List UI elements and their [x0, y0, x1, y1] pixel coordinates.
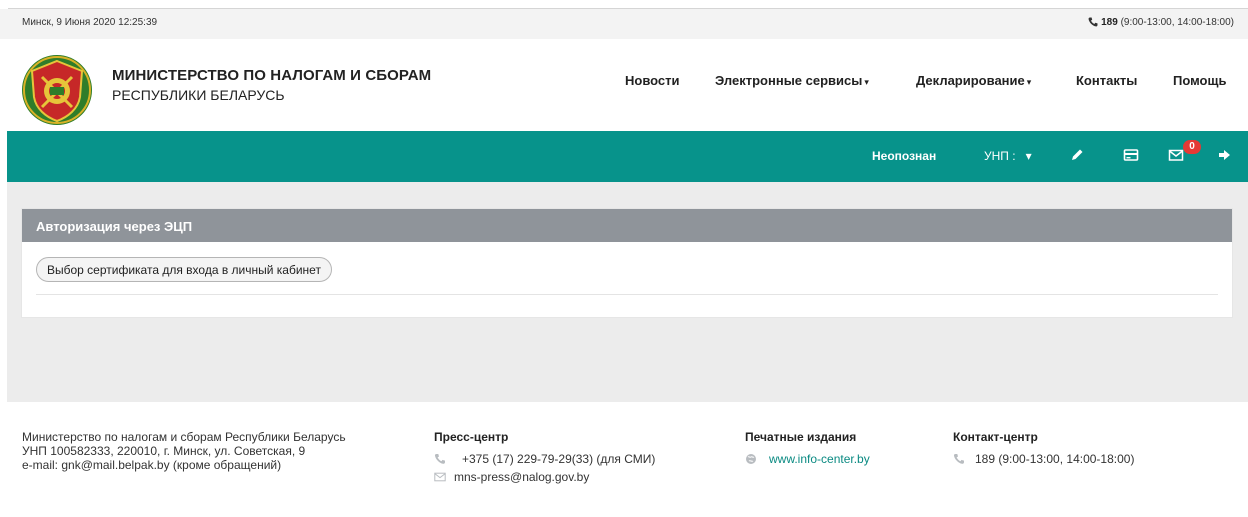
footer-print-editions: Печатные издания www.info-center.by [745, 430, 870, 466]
brand-subtitle: РЕСПУБЛИКИ БЕЛАРУСЬ [112, 87, 285, 103]
contact-center-phone[interactable]: 189 (9:00-13:00, 14:00-18:00) [953, 452, 1134, 466]
print-editions-site[interactable]: www.info-center.by [745, 452, 870, 466]
contact-center-number: 189 (9:00-13:00, 14:00-18:00) [975, 452, 1135, 466]
ministry-emblem-icon[interactable] [20, 53, 94, 127]
chevron-down-icon: ▾ [1026, 77, 1032, 87]
hotline-number: 189 [1101, 17, 1118, 28]
nav-declaring-label: Декларирование [916, 73, 1025, 88]
footer-org-address: УНП 100582333, 220010, г. Минск, ул. Сов… [22, 444, 306, 458]
select-certificate-button[interactable]: Выбор сертификата для входа в личный каб… [36, 257, 332, 282]
auth-panel: Авторизация через ЭЦП Выбор сертификата … [21, 208, 1233, 318]
nav-help[interactable]: Помощь [1173, 73, 1226, 88]
print-editions-link[interactable]: www.info-center.by [745, 452, 870, 466]
nav-eservices-label: Электронные сервисы [715, 73, 863, 88]
print-editions-title: Печатные издания [745, 430, 857, 444]
footer-contact-center: Контакт-центр 189 (9:00-13:00, 14:00-18:… [953, 430, 1134, 466]
brand-title: МИНИСТЕРСТВО ПО НАЛОГАМ И СБОРАМ [112, 67, 432, 84]
email-icon [434, 472, 446, 482]
footer-press-center: Пресс-центр +375 (17) 229-79-29(33) (для… [434, 430, 655, 484]
chevron-down-icon: ▾ [864, 77, 869, 87]
site-header: МИНИСТЕРСТВО ПО НАЛОГАМ И СБОРАМ РЕСПУБЛ… [0, 39, 1248, 131]
current-datetime: Минск, 9 Июня 2020 12:25:39 [22, 17, 158, 28]
globe-icon [746, 454, 756, 464]
unp-label: УНП : [984, 149, 1016, 163]
auth-panel-title: Авторизация через ЭЦП [22, 209, 1232, 242]
press-phone-number: +375 (17) 229-79-29(33) (для СМИ) [462, 452, 656, 466]
press-email[interactable]: mns-press@nalog.gov.by [434, 470, 655, 484]
footer-org-name: Министерство по налогам и сборам Республ… [22, 430, 346, 444]
panel-divider [36, 294, 1218, 295]
unp-selector[interactable]: УНП : ▾ [984, 149, 1032, 163]
nav-declaring[interactable]: Декларирование ▾ [916, 73, 1031, 88]
nav-contacts-label: Контакты [1076, 73, 1138, 88]
chevron-down-icon: ▾ [1025, 149, 1032, 163]
nav-news[interactable]: Новости [625, 73, 680, 88]
mail-icon[interactable] [1168, 147, 1184, 163]
nav-eservices[interactable]: Электронные сервисы ▾ [715, 73, 869, 88]
nav-help-label: Помощь [1173, 73, 1227, 88]
logout-icon[interactable] [1217, 147, 1233, 163]
phone-icon [434, 454, 445, 464]
messages-count-badge: 0 [1183, 140, 1201, 154]
card-icon[interactable] [1123, 147, 1139, 163]
user-status[interactable]: Неопознан [872, 149, 936, 163]
press-email-address: mns-press@nalog.gov.by [454, 470, 590, 484]
contact-center-title: Контакт-центр [953, 430, 1038, 444]
footer-org-info: Министерство по налогам и сборам Республ… [22, 430, 346, 472]
nav-contacts[interactable]: Контакты [1076, 73, 1137, 88]
edit-pencil-icon[interactable] [1069, 147, 1085, 163]
nav-news-label: Новости [625, 73, 680, 88]
site-footer: Министерство по налогам и сборам Республ… [0, 402, 1248, 517]
phone-icon [1088, 17, 1098, 27]
press-center-title: Пресс-центр [434, 430, 509, 444]
hotline-hours: (9:00-13:00, 14:00-18:00) [1120, 17, 1234, 28]
hotline[interactable]: 189 (9:00-13:00, 14:00-18:00) [1088, 17, 1234, 28]
user-toolbar: Неопознан УНП : ▾ 0 [7, 131, 1248, 182]
footer-org-email: e-mail: gnk@mail.belpak.by (кроме обраще… [22, 458, 282, 472]
phone-icon [953, 454, 964, 464]
press-phone[interactable]: +375 (17) 229-79-29(33) (для СМИ) [434, 452, 655, 466]
top-info-bar: Минск, 9 Июня 2020 12:25:39 189 (9:00-13… [0, 9, 1248, 39]
